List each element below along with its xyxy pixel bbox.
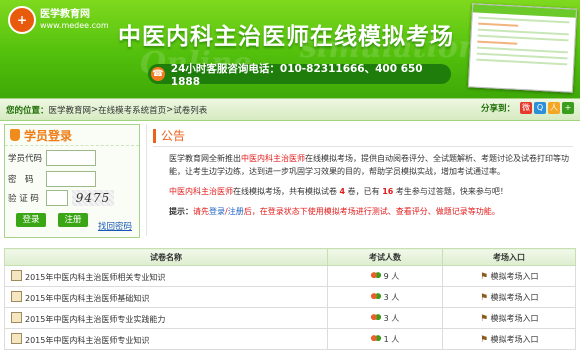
breadcrumb-bar: 您的位置： 医学教育网 > 在线模考系统首页 > 试卷列表 分享到： 微 Q 人…	[0, 98, 580, 121]
notice-accent-bar	[153, 128, 156, 143]
forgot-password-link[interactable]: 找回密码	[98, 220, 132, 232]
tip-text: 后，在登录状态下使用模拟考场进行测试、查看评分、做题记录等功能。	[243, 207, 500, 216]
exam-count: 3 人	[383, 313, 400, 323]
password-label: 密 码	[8, 175, 34, 185]
tip-login-link[interactable]: 登录	[209, 207, 225, 216]
register-button[interactable]: 注册	[58, 213, 88, 227]
exam-preview-image	[467, 3, 578, 93]
exam-entry-link[interactable]: 模拟考场入口	[491, 335, 539, 344]
document-icon	[11, 290, 22, 302]
captcha-image[interactable]: 9475	[72, 190, 114, 206]
table-row: 2015年中医内科主治医师专业实践能力 3 人 ⚑ 模拟考场入口	[4, 307, 576, 329]
column-header-count: 考试人数	[327, 248, 443, 266]
login-title: 学员登录	[24, 128, 73, 143]
notice-tip: 提示：请先登录/注册后，在登录状态下使用模拟考场进行测试、查看评分、做题记录等功…	[169, 205, 571, 218]
participant-count: 16	[382, 187, 394, 196]
notice-panel: 公告 医学教育网全新推出中医内科主治医师在线模拟考场，提供自动阅卷评分、全试题解…	[146, 124, 577, 236]
exam-count: 3 人	[383, 292, 400, 302]
notice-text: 生边学边练，达到进一步巩固学习效果的目的，帮助学员模拟实战，增加考试通过率。	[201, 167, 505, 176]
notice-intro: 医学教育网全新推出中医内科主治医师在线模拟考场，提供自动阅卷评分、全试题解析、考…	[169, 152, 571, 178]
notice-highlight: 中医内科主治医师	[169, 187, 233, 196]
site-logo[interactable]: + 医学教育网 www.medee.com	[8, 6, 109, 34]
notice-stats: 中医内科主治医师在线模拟考场，共有模拟试卷 4 卷，已有 16 考生参与过答题，…	[169, 185, 571, 198]
people-icon	[370, 313, 381, 322]
exam-name-link[interactable]: 2015年中医内科主治医师专业实践能力	[25, 315, 165, 324]
breadcrumb-link-home[interactable]: 医学教育网	[49, 104, 92, 116]
paper-count: 4	[339, 187, 346, 196]
exam-entry-link[interactable]: 模拟考场入口	[491, 314, 539, 323]
exam-name-link[interactable]: 2015年中医内科主治医师相关专业知识	[25, 273, 165, 282]
signpost-icon: ⚑	[479, 313, 489, 324]
qzone-share-icon[interactable]: Q	[534, 102, 546, 114]
captcha-input[interactable]	[46, 190, 68, 206]
username-label: 学员代码	[8, 154, 43, 164]
share-label: 分享到：	[480, 104, 515, 114]
exam-count: 1 人	[383, 334, 400, 344]
tip-label: 提示：	[169, 207, 193, 216]
exam-entry-link[interactable]: 模拟考场入口	[491, 272, 539, 281]
signpost-icon: ⚑	[479, 271, 489, 282]
exam-list-table: 试卷名称 考试人数 考场入口 2015年中医内科主治医师相关专业知识 9 人 ⚑…	[4, 248, 576, 350]
breadcrumb-current: 试卷列表	[173, 105, 208, 116]
exam-count: 9 人	[383, 271, 400, 281]
tip-register-link[interactable]: 注册	[228, 207, 244, 216]
hotline-bar: ☎ 24小时客服咨询电话：010-82311666、400 650 1888	[148, 63, 451, 88]
notice-text: 医学教育网全新推出	[169, 154, 241, 163]
document-icon	[11, 311, 22, 323]
login-button[interactable]: 登录	[16, 213, 46, 227]
notice-text: 在线模拟考场，共有模拟试卷	[233, 187, 337, 196]
weibo-share-icon[interactable]: 微	[520, 102, 532, 114]
table-row: 2015年中医内科主治医师专业知识 1 人 ⚑ 模拟考场入口	[4, 328, 576, 350]
logo-icon: +	[8, 6, 36, 34]
breadcrumb-link-exam-home[interactable]: 在线模考系统首页	[98, 104, 166, 116]
captcha-label: 验 证 码	[8, 194, 39, 204]
hotline-text: 24小时客服咨询电话：010-82311666、400 650 1888	[170, 62, 423, 88]
tip-text: 请先	[193, 207, 209, 216]
password-input[interactable]	[46, 171, 96, 187]
table-row: 2015年中医内科主治医师相关专业知识 9 人 ⚑ 模拟考场入口	[4, 265, 576, 287]
share-bar: 分享到： 微 Q 人 +	[481, 102, 574, 114]
breadcrumb-separator: >	[91, 104, 99, 115]
column-header-name: 试卷名称	[4, 248, 328, 266]
breadcrumb-separator: >	[166, 104, 174, 115]
document-icon	[11, 269, 22, 281]
header-banner: simulation Online + 医学教育网 www.medee.com …	[0, 0, 580, 98]
people-icon	[370, 271, 381, 280]
notice-title: 公告	[161, 129, 186, 143]
notice-highlight: 中医内科主治医师	[241, 154, 305, 163]
phone-icon: ☎	[151, 67, 165, 81]
more-share-icon[interactable]: +	[562, 102, 574, 114]
username-input[interactable]	[46, 150, 96, 166]
signpost-icon: ⚑	[479, 334, 489, 345]
notice-text: 卷，已有	[347, 187, 380, 196]
page-title: 中医内科主治医师在线模拟考场	[118, 24, 454, 50]
people-icon	[370, 292, 381, 301]
captcha-row: 验 证 码 9475	[8, 190, 114, 206]
logo-en-text: www.medee.com	[40, 21, 109, 30]
exam-name-link[interactable]: 2015年中医内科主治医师基础知识	[25, 294, 149, 303]
username-row: 学员代码	[8, 150, 96, 166]
breadcrumb-label: 您的位置：	[6, 105, 49, 116]
renren-share-icon[interactable]: 人	[548, 102, 560, 114]
user-icon	[10, 129, 20, 141]
column-header-entry: 考场入口	[442, 248, 576, 266]
signpost-icon: ⚑	[479, 292, 489, 303]
people-icon	[370, 334, 381, 343]
notice-text: 考生参与过答题，快来参与吧！	[395, 187, 508, 196]
exam-name-link[interactable]: 2015年中医内科主治医师专业知识	[25, 336, 149, 345]
exam-entry-link[interactable]: 模拟考场入口	[491, 293, 539, 302]
password-row: 密 码	[8, 171, 96, 187]
table-row: 2015年中医内科主治医师基础知识 3 人 ⚑ 模拟考场入口	[4, 286, 576, 308]
document-icon	[11, 332, 22, 344]
logo-cn-text: 医学教育网	[40, 9, 90, 20]
